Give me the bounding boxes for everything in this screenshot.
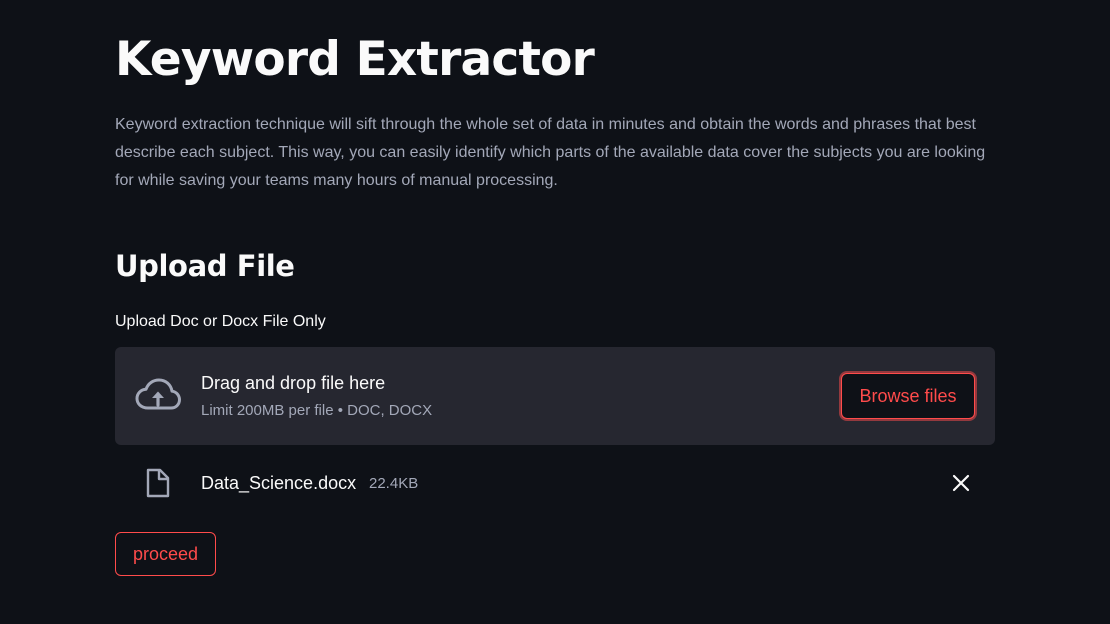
- dropzone-text: Drag and drop file here Limit 200MB per …: [201, 371, 432, 421]
- page-title: Keyword Extractor: [115, 32, 595, 87]
- file-dropzone[interactable]: Drag and drop file here Limit 200MB per …: [115, 347, 995, 445]
- file-icon: [146, 468, 170, 498]
- close-icon[interactable]: [949, 471, 973, 495]
- upload-section-title: Upload File: [115, 249, 295, 283]
- uploader-label: Upload Doc or Docx File Only: [115, 313, 326, 330]
- uploaded-file-name: Data_Science.docx: [201, 473, 357, 493]
- browse-files-button[interactable]: Browse files: [841, 373, 975, 419]
- dropzone-limits: Limit 200MB per file • DOC, DOCX: [201, 402, 433, 419]
- page-description: Keyword extraction technique will sift t…: [115, 116, 986, 189]
- uploaded-file-row: Data_Science.docx 22.4KB: [115, 462, 995, 504]
- cloud-upload-icon: [135, 378, 181, 410]
- uploaded-file-size: 22.4KB: [369, 475, 419, 492]
- proceed-button[interactable]: proceed: [115, 532, 216, 576]
- dropzone-instructions: Drag and drop file here: [201, 373, 386, 393]
